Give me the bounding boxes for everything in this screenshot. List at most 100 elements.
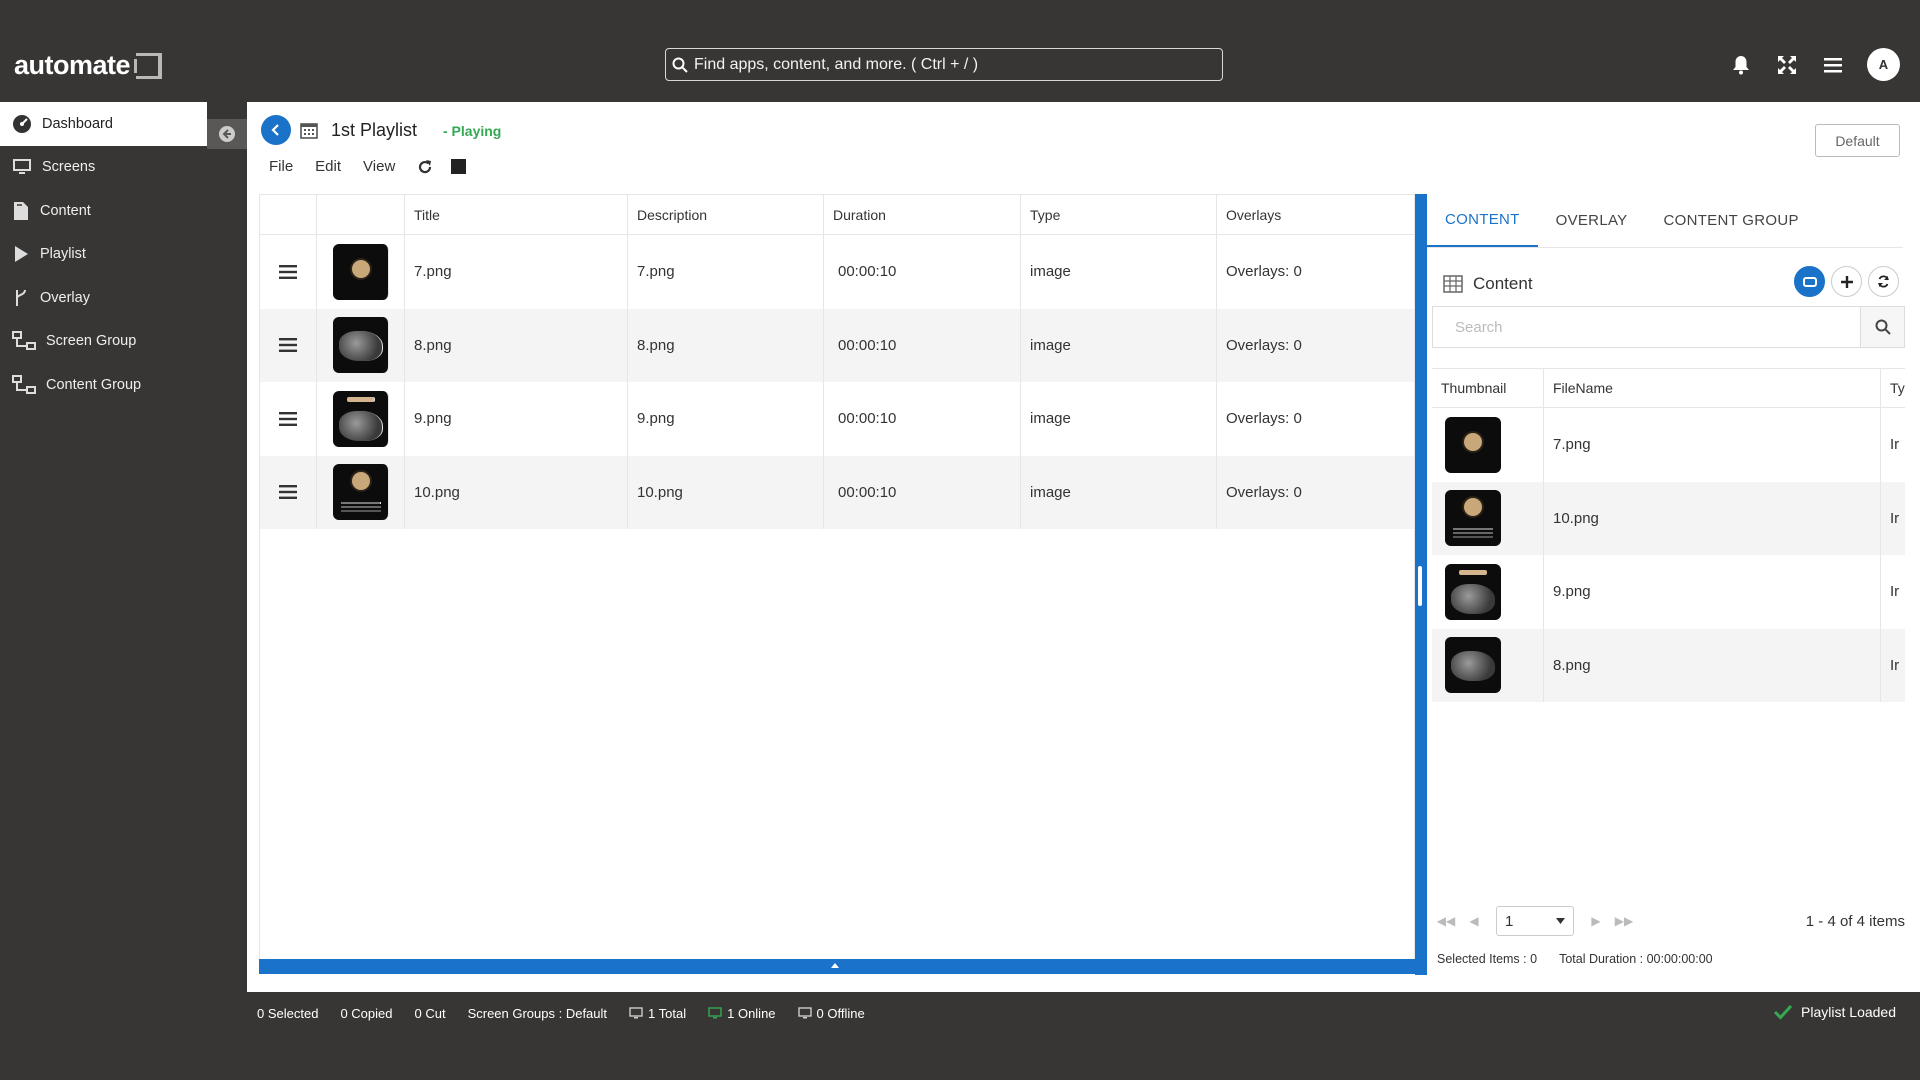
- cell-description: 10.png: [628, 455, 824, 529]
- header-filename[interactable]: FileName: [1544, 369, 1881, 407]
- header-handle: [260, 195, 317, 234]
- thumbnail-image: [332, 464, 389, 521]
- thumbnail-image: [1445, 637, 1501, 694]
- drag-handle-icon[interactable]: [260, 235, 317, 309]
- header-thumbnail[interactable]: Thumbnail: [1432, 369, 1544, 407]
- content-pager: ◀◀ ◀ 1 ▶ ▶▶ 1 - 4 of 4 items: [1432, 904, 1905, 938]
- refresh-icon[interactable]: [417, 159, 433, 175]
- sidebar-item-label: Content Group: [46, 376, 142, 393]
- content-search-input[interactable]: [1433, 307, 1860, 347]
- header-overlays[interactable]: Overlays: [1217, 195, 1414, 234]
- content-search: [1432, 306, 1905, 348]
- prev-page-icon[interactable]: ◀: [1460, 914, 1488, 928]
- playlist-title: 1st Playlist: [331, 120, 418, 140]
- sidebar-item-label: Dashboard: [42, 115, 113, 132]
- sidebar-item-content-group[interactable]: Content Group: [0, 363, 247, 407]
- splitter-handle[interactable]: [1418, 566, 1422, 606]
- next-page-icon[interactable]: ▶: [1582, 914, 1610, 928]
- sidebar: Dashboard Screens Content Playlist Overl…: [0, 102, 247, 1034]
- thumb-cell: [317, 235, 405, 309]
- playlist-status: - Playing: [443, 123, 502, 139]
- cell-overlays: Overlays: 0: [1226, 483, 1302, 501]
- stop-icon[interactable]: [451, 159, 467, 174]
- table-icon: [1443, 275, 1463, 293]
- main-area: 1st Playlist - Playing Default File Edit…: [247, 102, 1920, 992]
- global-search[interactable]: [665, 48, 1223, 81]
- tab-overlay[interactable]: OVERLAY: [1538, 194, 1646, 247]
- cell-description: 7.png: [628, 235, 824, 309]
- sidebar-collapse-button[interactable]: [207, 119, 247, 149]
- cell-description: 9.png: [628, 382, 824, 456]
- preview-button[interactable]: [1794, 266, 1825, 297]
- file-icon: [14, 201, 28, 220]
- back-button[interactable]: [261, 115, 291, 145]
- play-icon: [15, 246, 28, 263]
- cell-duration: 00:00:10: [824, 382, 1021, 456]
- arrow-left-circle-icon: [219, 126, 235, 142]
- thumb-cell: [317, 308, 405, 382]
- sidebar-item-overlay[interactable]: Overlay: [0, 276, 247, 320]
- hamburger-menu-icon[interactable]: [1821, 53, 1845, 77]
- table-row[interactable]: 10.png 10.png 00:00:10 image Overlays: 0: [260, 455, 1414, 529]
- drag-handle-icon[interactable]: [260, 455, 317, 529]
- bell-icon[interactable]: [1729, 53, 1753, 77]
- search-icon: [672, 57, 688, 73]
- table-row[interactable]: 9.png 9.png 00:00:10 image Overlays: 0: [260, 382, 1414, 456]
- thumbnail-image: [332, 317, 389, 374]
- sidebar-item-screens[interactable]: Screens: [0, 146, 247, 190]
- global-search-input[interactable]: [694, 55, 1214, 74]
- content-search-button[interactable]: [1860, 307, 1904, 347]
- app-logo[interactable]: automate: [14, 50, 163, 81]
- header-type[interactable]: Type: [1021, 195, 1217, 234]
- header-description[interactable]: Description: [628, 195, 824, 234]
- sidebar-item-screen-group[interactable]: Screen Group: [0, 320, 247, 364]
- default-button[interactable]: Default: [1815, 124, 1900, 157]
- header-title[interactable]: Title: [405, 195, 628, 234]
- grid-resize-bar[interactable]: [259, 959, 1415, 974]
- thumbnail-image: [1445, 490, 1501, 547]
- content-row[interactable]: 7.png Ir: [1432, 408, 1905, 482]
- status-online: 1 Online: [708, 1006, 776, 1021]
- tab-content[interactable]: CONTENT: [1427, 194, 1538, 247]
- dashboard-icon: [13, 114, 31, 133]
- sidebar-item-dashboard[interactable]: Dashboard: [0, 102, 207, 146]
- plus-icon: [1840, 275, 1853, 288]
- selected-items: Selected Items : 0: [1437, 952, 1538, 966]
- sidebar-item-label: Overlay: [40, 289, 90, 306]
- add-content-button[interactable]: [1831, 266, 1862, 297]
- content-row[interactable]: 10.png Ir: [1432, 481, 1905, 555]
- monitor-offline-icon: [797, 1007, 812, 1019]
- page-select-value: 1: [1505, 912, 1514, 930]
- content-row[interactable]: 9.png Ir: [1432, 555, 1905, 629]
- cell-title: 9.png: [405, 382, 628, 456]
- table-row[interactable]: 8.png 8.png 00:00:10 image Overlays: 0: [260, 308, 1414, 382]
- content-table: Thumbnail FileName Ty 7.png Ir 10.png Ir…: [1432, 368, 1905, 702]
- thumb-cell: [317, 455, 405, 529]
- panel-splitter[interactable]: [1415, 194, 1427, 975]
- last-page-icon[interactable]: ▶▶: [1610, 914, 1638, 928]
- header-type[interactable]: Ty: [1881, 369, 1905, 407]
- header-duration[interactable]: Duration: [824, 195, 1021, 234]
- table-row[interactable]: 7.png 7.png 00:00:10 image Overlays: 0: [260, 235, 1414, 309]
- fullscreen-icon[interactable]: [1775, 53, 1799, 77]
- sync-icon: [1878, 275, 1889, 288]
- monitor-icon: [629, 1007, 643, 1019]
- sidebar-item-playlist[interactable]: Playlist: [0, 233, 247, 277]
- sidebar-item-content[interactable]: Content: [0, 189, 247, 233]
- cell-overlays: Overlays: 0: [1226, 410, 1302, 428]
- status-cut: 0 Cut: [414, 1005, 446, 1021]
- drag-handle-icon[interactable]: [260, 382, 317, 456]
- first-page-icon[interactable]: ◀◀: [1432, 914, 1460, 928]
- monitor-icon: [13, 159, 31, 175]
- cell-filename: 8.png: [1544, 628, 1881, 702]
- tab-content-group[interactable]: CONTENT GROUP: [1645, 194, 1816, 247]
- page-select[interactable]: 1: [1496, 906, 1574, 936]
- menu-edit[interactable]: Edit: [315, 158, 341, 175]
- user-avatar[interactable]: A: [1867, 48, 1900, 81]
- refresh-content-button[interactable]: [1868, 266, 1899, 297]
- content-row[interactable]: 8.png Ir: [1432, 628, 1905, 702]
- cell-title: 8.png: [405, 308, 628, 382]
- menu-file[interactable]: File: [269, 158, 293, 175]
- drag-handle-icon[interactable]: [260, 308, 317, 382]
- menu-view[interactable]: View: [363, 158, 395, 175]
